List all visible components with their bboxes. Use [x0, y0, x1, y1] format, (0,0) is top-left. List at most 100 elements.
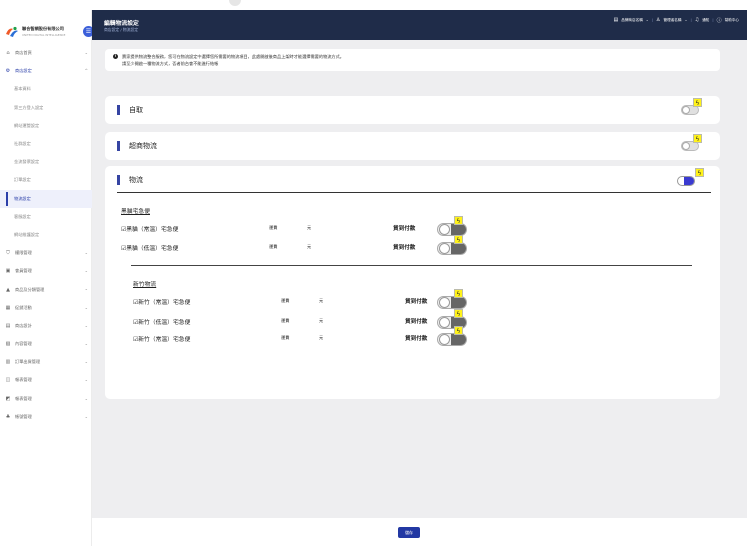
fee-label: 運費 [281, 298, 290, 303]
bell-icon: ♫ [694, 17, 700, 23]
sidebar-item-label: 促銷活動 [15, 304, 32, 310]
group-divider [131, 265, 692, 266]
header-toolbar: ▤ 品牌商店名稱 ⌄ | ♙ 管理者名稱 ⌄ | ♫ 通知 | ⓘ 幫助中心 [614, 15, 740, 25]
sidebar-item[interactable]: 第三方登入設定 [0, 99, 92, 117]
notice-line-2: 請至少開啟一種物流方式，否者前台會不能進行結帳 [122, 61, 219, 66]
sidebar-item[interactable]: 網站運營設定 [0, 117, 92, 135]
shipping-row: ☑黑貓（常溫）宅急便 運費 元 貨到付款 ϟ [121, 216, 521, 236]
sidebar-item-label: 網站維護設定 [14, 231, 40, 237]
bolt-icon: ϟ [454, 309, 463, 318]
sidebar-item[interactable]: 網站維護設定 [0, 226, 92, 244]
bolt-icon: ϟ [454, 216, 463, 225]
bolt-icon: ϟ [454, 235, 463, 244]
toggle-knob [439, 297, 450, 308]
cod-label: 貨到付款 [405, 319, 428, 325]
chevron-down-icon: ⌄ [84, 50, 88, 55]
toggle-knob [682, 142, 690, 150]
chevron-down-icon: ⌄ [684, 18, 688, 22]
breadcrumb: 商店設定 / 物流設定 [104, 27, 139, 32]
cod-label: 貨到付款 [393, 245, 416, 251]
sidebar-item[interactable]: ⚙ 商店設定 ^ [0, 62, 92, 80]
shipping-option-checkbox[interactable]: ☑新竹（低溫）宅急便 [133, 317, 190, 326]
unit-label: 元 [307, 225, 312, 230]
sidebar-item-label: 帳號管理 [15, 413, 32, 419]
sidebar-item-label: 商店設定 [15, 68, 32, 74]
sidebar-item-label: 權限管理 [15, 250, 32, 256]
sidebar-item-label: 報表管理 [15, 395, 32, 401]
sidebar-item-label: 網站運營設定 [14, 122, 40, 128]
chevron-down-icon: ⌄ [84, 304, 88, 310]
fee-label: 運費 [281, 318, 290, 323]
sidebar-item[interactable]: 訂單設定 [0, 171, 92, 189]
section-marker [117, 141, 120, 151]
bolt-icon: ϟ [454, 326, 463, 335]
unit-label: 元 [307, 244, 312, 249]
footer-bar: 儲存 [92, 518, 747, 546]
cod-label: 貨到付款 [393, 226, 416, 232]
unit-label: 元 [319, 318, 324, 323]
sidebar-item[interactable]: ◫ 報表管理 ⌄ [0, 371, 92, 389]
user-menu[interactable]: 管理者名稱 [664, 18, 682, 23]
brand-tagline: UNITED DIGITAL INTELLIGENCE [22, 33, 66, 37]
logo-mark-icon [6, 26, 18, 37]
sidebar-item-label: 第三方登入設定 [14, 104, 44, 110]
chevron-down-icon: ⌄ [645, 18, 649, 22]
account-icon: ♣ [5, 413, 11, 420]
shipping-option-checkbox[interactable]: ☑新竹（常溫）宅急便 [133, 297, 190, 306]
save-button[interactable]: 儲存 [398, 527, 420, 538]
sidebar-item[interactable]: ▥ 訂單出貨管理 ⌄ [0, 353, 92, 371]
logistics-toggle[interactable] [677, 176, 695, 186]
sidebar-item-label: 社群設定 [14, 141, 31, 147]
sidebar-item[interactable]: 社群設定 [0, 135, 92, 153]
logistics-title: 物流 [129, 176, 143, 184]
chevron-down-icon: ⌄ [84, 413, 88, 419]
shipping-option-checkbox[interactable]: ☑黑貓（常溫）宅急便 [121, 224, 178, 233]
toggle-knob [439, 334, 450, 345]
toggle-knob [439, 317, 450, 328]
section-marker [117, 175, 120, 185]
brand-name: 聯合智網股份有限公司 [22, 26, 64, 31]
group-title-hct: 新竹物流 [133, 282, 157, 288]
sidebar-item[interactable]: ▣ 會員管理 ⌄ [0, 262, 92, 280]
unit-label: 元 [319, 335, 324, 340]
sidebar: 聯合智網股份有限公司 UNITED DIGITAL INTELLIGENCE ☰… [0, 10, 94, 546]
help-icon: ⓘ [716, 17, 722, 24]
toggle-fill [684, 177, 694, 185]
sidebar-item[interactable]: ▧ 內容管理 ⌄ [0, 335, 92, 353]
report-icon: ◫ [5, 377, 11, 384]
sidebar-item[interactable]: 基本資料 [0, 80, 92, 98]
shipping-option-checkbox[interactable]: ☑黑貓（低溫）宅急便 [121, 243, 178, 252]
unit-label: 元 [319, 298, 324, 303]
notify-link[interactable]: 通知 [702, 18, 709, 23]
sidebar-item[interactable]: ⛉ 權限管理 ⌄ [0, 244, 92, 262]
bolt-icon: ϟ [693, 134, 702, 143]
notice-box: ! 賣家提供物流整合服務，您可在物流設定中選擇您所需要的物流項目，此處開啟後商品… [105, 49, 720, 71]
shipping-option-checkbox[interactable]: ☑新竹（常溫）宅急便 [133, 334, 190, 343]
sidebar-item[interactable]: 物流設定 [0, 189, 92, 208]
chevron-up-icon: ^ [84, 68, 88, 74]
sidebar-item[interactable]: ⌂ 商店首頁 ⌄ [0, 44, 92, 62]
design-icon: ▤ [5, 322, 11, 329]
sidebar-item[interactable]: ▲ 商品及分類管理 ⌄ [0, 280, 92, 298]
help-link[interactable]: 幫助中心 [725, 18, 739, 23]
content-icon: ▧ [5, 341, 11, 348]
sidebar-item[interactable]: ♣ 帳號管理 ⌄ [0, 408, 92, 426]
sidebar-item[interactable]: ▦ 促銷活動 ⌄ [0, 299, 92, 317]
brand-store-menu[interactable]: 品牌商店名稱 [621, 18, 643, 23]
bolt-icon: ϟ [693, 98, 702, 107]
product-icon: ▲ [6, 286, 10, 293]
sidebar-item[interactable]: ◩ 報表管理 ⌄ [0, 390, 92, 408]
divider: | [712, 18, 714, 22]
sidebar-item[interactable]: 客服設定 [0, 208, 92, 226]
page-title: 編輯物流設定 [104, 21, 139, 27]
section-marker [117, 105, 120, 115]
sidebar-item[interactable]: ▤ 商店設計 ⌄ [0, 317, 92, 335]
fee-label: 運費 [269, 225, 278, 230]
info-icon: ! [113, 54, 118, 59]
sidebar-item-label: 報表管理 [15, 377, 32, 383]
member-icon: ▣ [5, 268, 11, 275]
shipping-row: ☑黑貓（低溫）宅急便 運費 元 貨到付款 ϟ [121, 235, 521, 255]
convenience-title: 超商物流 [129, 142, 157, 150]
chevron-down-icon: ⌄ [84, 286, 88, 292]
sidebar-item[interactable]: 金流發票設定 [0, 153, 92, 171]
